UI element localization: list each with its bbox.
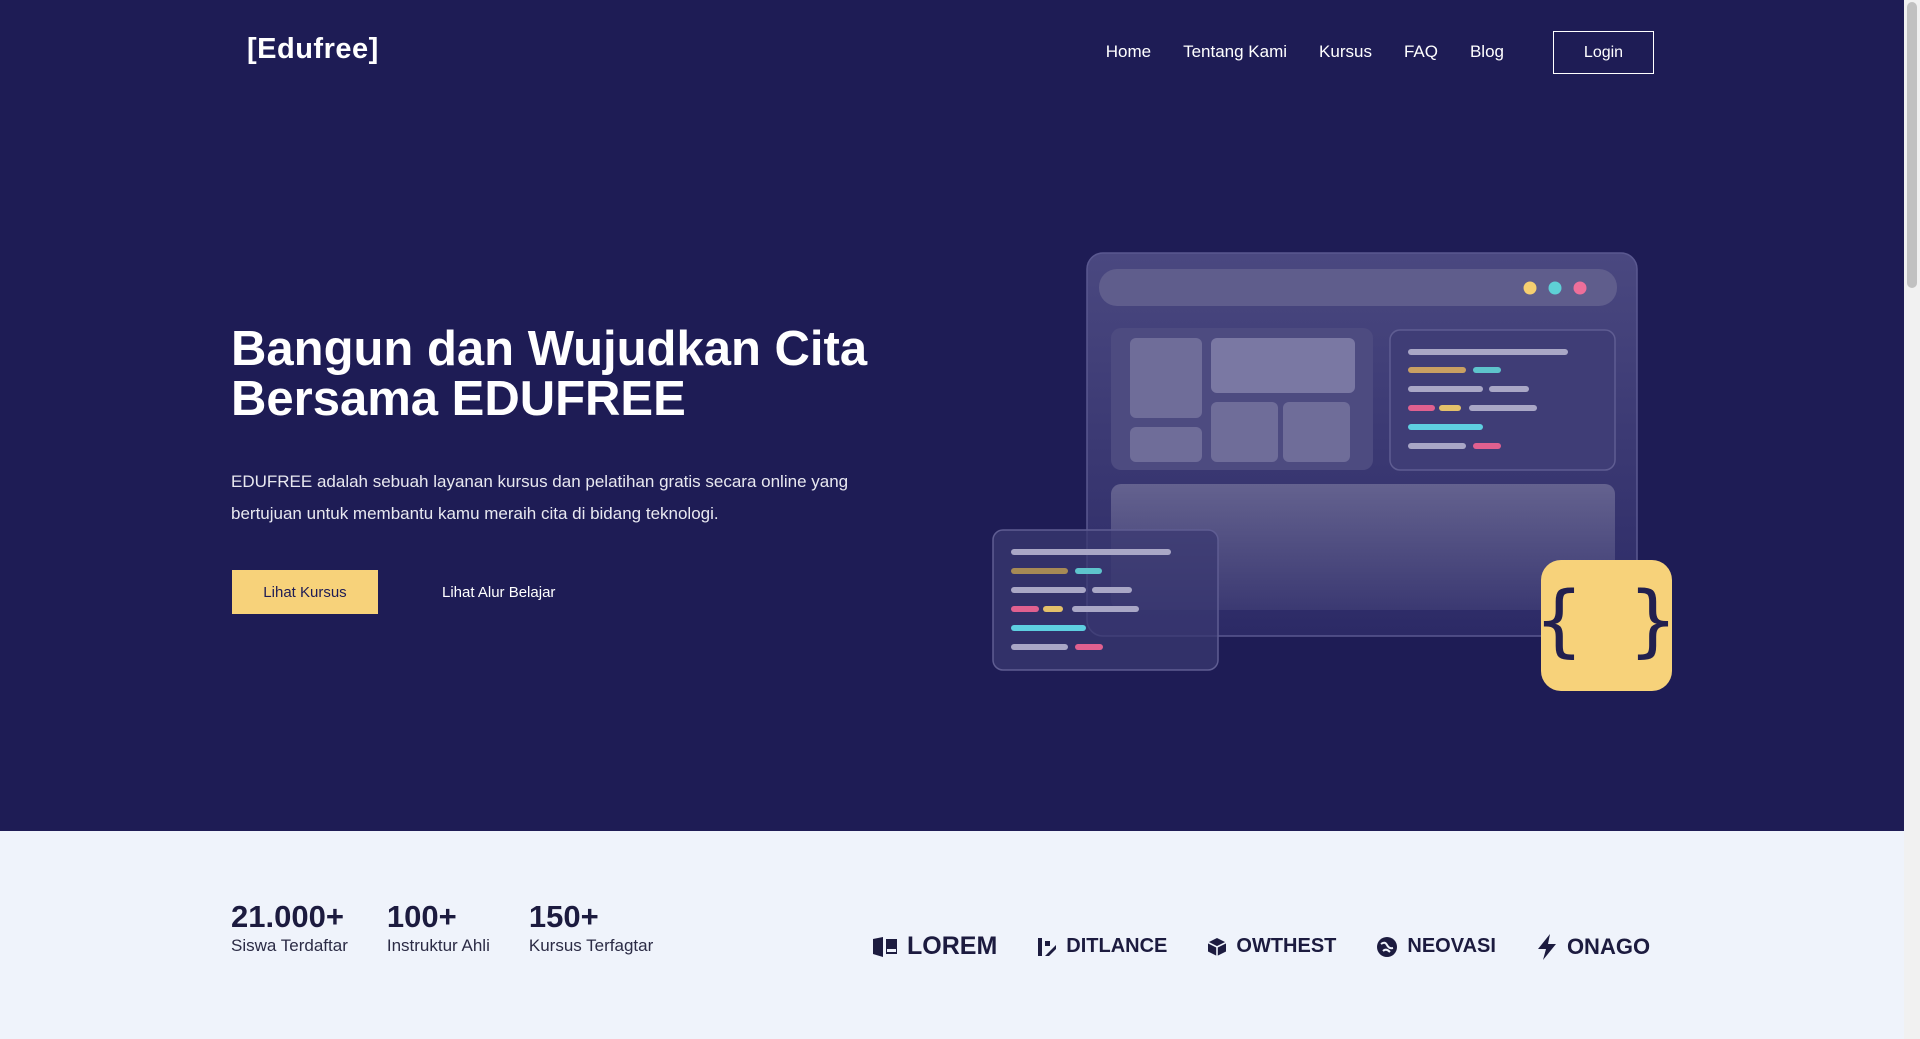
nav-tentang-kami[interactable]: Tentang Kami (1183, 42, 1287, 62)
hero-description: EDUFREE adalah sebuah layanan kursus dan… (231, 472, 849, 523)
curly-braces-icon: { } (1536, 576, 1677, 666)
nav-kursus[interactable]: Kursus (1319, 42, 1372, 62)
partner-name: OWTHEST (1236, 935, 1337, 957)
login-button[interactable]: Login (1553, 31, 1654, 74)
site-logo[interactable]: [Edufree] (247, 33, 379, 66)
stat-value: 21.000+ (231, 899, 344, 934)
stat-label: Instruktur Ahli (386, 936, 490, 955)
lihat-alur-belajar-button[interactable]: Lihat Alur Belajar (442, 570, 555, 614)
stat-label: Kursus Terfagtar (528, 936, 654, 955)
partner-name: LOREM (907, 932, 998, 960)
headline-line-1: Bangun dan Wujudkan Cita (231, 322, 868, 376)
window-dot-teal (1548, 281, 1562, 295)
owthest-logo-icon (1208, 937, 1227, 956)
lihat-kursus-button[interactable]: Lihat Kursus (232, 570, 378, 614)
partner-neovasi: NEOVASI (1376, 935, 1496, 958)
partner-onago: ONAGO (1536, 933, 1651, 960)
hero-illustration: { } (992, 252, 1677, 691)
stat-students: 21.000+ Siswa Terdaftar (231, 900, 348, 956)
main-nav: Home Tentang Kami Kursus FAQ Blog (1106, 42, 1504, 62)
stat-value: 150+ (528, 899, 599, 934)
neovasi-logo-icon (1377, 936, 1398, 957)
headline-line-2: Bersama EDUFREE (231, 372, 686, 426)
stat-courses: 150+ Kursus Terfagtar (529, 900, 653, 956)
onago-logo-icon (1537, 933, 1556, 960)
browser-address-bar (1099, 269, 1617, 306)
partner-lorem: LOREM (872, 932, 997, 961)
nav-blog[interactable]: Blog (1470, 42, 1504, 62)
lorem-logo-icon (873, 936, 897, 957)
nav-faq[interactable]: FAQ (1404, 42, 1438, 62)
page-scrollbar[interactable] (1904, 0, 1920, 1039)
window-dot-yellow (1523, 281, 1537, 295)
partner-name: NEOVASI (1407, 935, 1496, 957)
ditlance-logo-icon (1038, 937, 1057, 956)
stat-value: 100+ (386, 899, 457, 934)
partner-logos: LOREM DITLANCE OWTHEST NEOVASI ONAGO (872, 932, 1650, 961)
partner-owthest: OWTHEST (1207, 935, 1336, 958)
hero-headline: Bangun dan Wujudkan Cita Bersama EDUFREE (231, 324, 951, 424)
stats-section: 21.000+ Siswa Terdaftar 100+ Instruktur … (231, 900, 653, 956)
nav-home[interactable]: Home (1106, 42, 1151, 62)
partner-name: DITLANCE (1066, 935, 1168, 957)
stat-instructors: 100+ Instruktur Ahli (387, 900, 490, 956)
hero-section: [Edufree] Home Tentang Kami Kursus FAQ B… (0, 0, 1904, 831)
partner-name: ONAGO (1566, 933, 1651, 959)
scrollbar-thumb[interactable] (1907, 2, 1917, 288)
window-dot-pink (1573, 281, 1587, 295)
partner-ditlance: DITLANCE (1037, 935, 1167, 958)
stat-label: Siswa Terdaftar (231, 936, 348, 955)
